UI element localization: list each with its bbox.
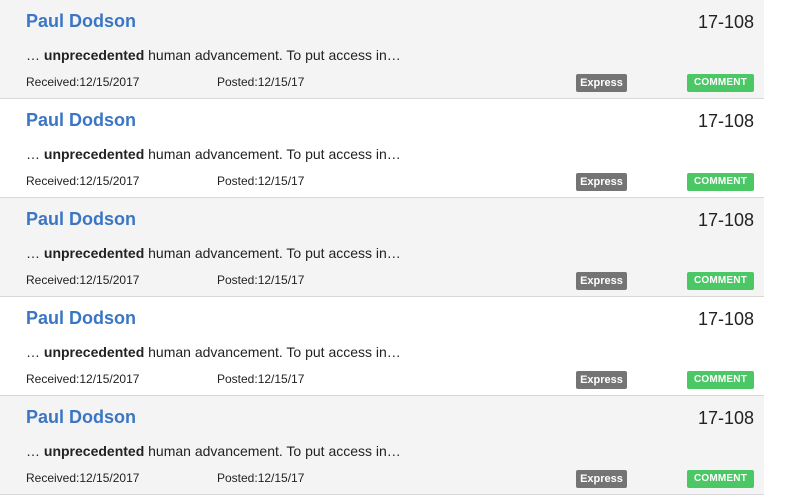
comment-button[interactable]: COMMENT bbox=[687, 272, 754, 290]
express-badge: Express bbox=[576, 470, 627, 488]
snippet-rest: human advancement. To put access in… bbox=[144, 344, 401, 360]
express-badge: Express bbox=[576, 371, 627, 389]
comment-button[interactable]: COMMENT bbox=[687, 173, 754, 191]
snippet-prefix: … bbox=[26, 47, 44, 63]
posted-date: Posted:12/15/17 bbox=[217, 372, 305, 386]
express-badge: Express bbox=[576, 74, 627, 92]
received-date: Received:12/15/2017 bbox=[26, 471, 140, 485]
filing-row: Paul Dodson 17-108 … unprecedented human… bbox=[0, 198, 764, 297]
docket-number: 17-108 bbox=[697, 408, 754, 428]
express-badge: Express bbox=[576, 173, 627, 191]
filer-name-link[interactable]: Paul Dodson bbox=[26, 308, 136, 329]
snippet-highlight: unprecedented bbox=[43, 443, 145, 459]
docket-number: 17-108 bbox=[697, 111, 754, 131]
snippet-prefix: … bbox=[26, 344, 44, 360]
received-date: Received:12/15/2017 bbox=[26, 75, 140, 89]
express-badge: Express bbox=[576, 272, 627, 290]
docket-number: 17-108 bbox=[697, 12, 754, 32]
filing-row: Paul Dodson 17-108 … unprecedented human… bbox=[0, 297, 764, 396]
snippet-highlight: unprecedented bbox=[43, 344, 145, 360]
comment-button[interactable]: COMMENT bbox=[687, 371, 754, 389]
docket-number: 17-108 bbox=[697, 210, 754, 230]
snippet-prefix: … bbox=[26, 146, 44, 162]
snippet-rest: human advancement. To put access in… bbox=[144, 443, 401, 459]
comment-button[interactable]: COMMENT bbox=[687, 74, 754, 92]
filing-snippet: … unprecedented human advancement. To pu… bbox=[26, 443, 401, 459]
filing-row: Paul Dodson 17-108 … unprecedented human… bbox=[0, 0, 764, 99]
filing-snippet: … unprecedented human advancement. To pu… bbox=[26, 47, 401, 63]
received-date: Received:12/15/2017 bbox=[26, 372, 140, 386]
filer-name-link[interactable]: Paul Dodson bbox=[26, 110, 136, 131]
snippet-rest: human advancement. To put access in… bbox=[144, 47, 401, 63]
posted-date: Posted:12/15/17 bbox=[217, 471, 305, 485]
snippet-highlight: unprecedented bbox=[43, 47, 145, 63]
filing-snippet: … unprecedented human advancement. To pu… bbox=[26, 344, 401, 360]
filer-name-link[interactable]: Paul Dodson bbox=[26, 209, 136, 230]
filing-list: Paul Dodson 17-108 … unprecedented human… bbox=[0, 0, 764, 495]
filer-name-link[interactable]: Paul Dodson bbox=[26, 11, 136, 32]
snippet-highlight: unprecedented bbox=[43, 245, 145, 261]
received-date: Received:12/15/2017 bbox=[26, 273, 140, 287]
snippet-rest: human advancement. To put access in… bbox=[144, 146, 401, 162]
posted-date: Posted:12/15/17 bbox=[217, 273, 305, 287]
filer-name-link[interactable]: Paul Dodson bbox=[26, 407, 136, 428]
snippet-highlight: unprecedented bbox=[43, 146, 145, 162]
snippet-prefix: … bbox=[26, 443, 44, 459]
filing-snippet: … unprecedented human advancement. To pu… bbox=[26, 245, 401, 261]
received-date: Received:12/15/2017 bbox=[26, 174, 140, 188]
posted-date: Posted:12/15/17 bbox=[217, 75, 305, 89]
filing-row: Paul Dodson 17-108 … unprecedented human… bbox=[0, 396, 764, 495]
docket-number: 17-108 bbox=[697, 309, 754, 329]
filing-snippet: … unprecedented human advancement. To pu… bbox=[26, 146, 401, 162]
snippet-rest: human advancement. To put access in… bbox=[144, 245, 401, 261]
filing-row: Paul Dodson 17-108 … unprecedented human… bbox=[0, 99, 764, 198]
posted-date: Posted:12/15/17 bbox=[217, 174, 305, 188]
snippet-prefix: … bbox=[26, 245, 44, 261]
comment-button[interactable]: COMMENT bbox=[687, 470, 754, 488]
